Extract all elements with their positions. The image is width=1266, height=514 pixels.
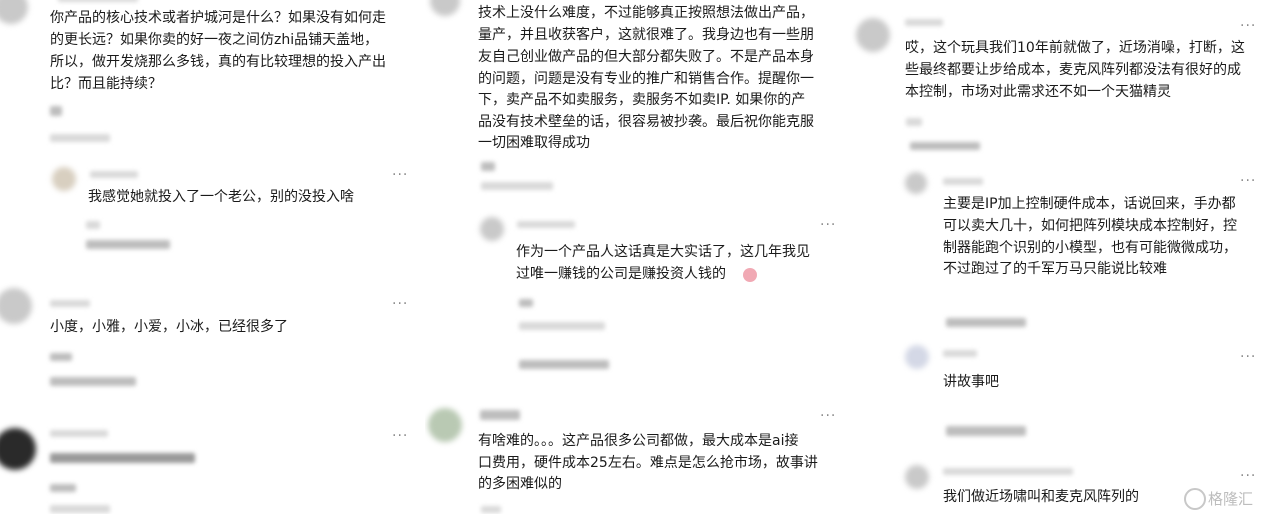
more-options-icon[interactable]: ··· [1240,350,1256,364]
comment-text: 品没有技术壁垒的话，很容易被抄袭。最后祝你能克服 [478,114,814,130]
reply-text: 作为一个产品人这话真是大实话了，这几年我见 [516,244,810,260]
comment-column-1: 你产品的核心技术或者护城河是什么？如果没有如何走 的更长远？如果你卖的好一夜之间… [0,0,420,514]
reply-actions[interactable] [519,360,609,369]
comment-actions[interactable] [50,377,136,386]
watermark: 格隆汇 [1208,490,1254,508]
avatar[interactable] [0,288,32,324]
blurred-comment-text [50,453,195,463]
comment-text: 的问题，问题是没有专业的推广和销售合作。提醒你一 [478,71,814,87]
avatar[interactable] [905,465,929,489]
username[interactable] [50,430,108,437]
comment-text: 比？而且能持续？ [50,76,162,92]
comment-meta [481,506,501,513]
comment-actions[interactable] [910,142,980,150]
comment-text: 你产品的核心技术或者护城河是什么？如果没有如何走 [50,10,386,26]
comment-text: 一切困难取得成功 [478,135,590,151]
username[interactable] [50,300,90,307]
avatar[interactable] [0,0,28,24]
comment-meta [50,106,62,116]
comment-text: 的多困难似的 [478,476,562,492]
reply-actions[interactable] [946,318,1026,327]
comment-text: 下，卖产品不如卖服务，卖服务不如卖IP. 如果你的产 [478,92,806,108]
comment-text: 友自己创业做产品的但大部分都失败了。不是产品本身 [478,49,814,65]
reply-text: 我感觉她就投入了一个老公，别的没投入啥 [88,189,354,205]
avatar[interactable] [428,408,462,442]
reply-actions[interactable] [946,426,1026,436]
comment-text: 所以，做开发烧那么多钱，真的有比较理想的投入产出 [50,54,386,70]
comment-text: 本控制，市场对此需求还不如一个天猫精灵 [905,84,1171,100]
comment-column-2: 技术上没什么难度，不过能够真正按照想法做出产品， 量产，并且收获客户，这就很难了… [425,0,845,514]
more-options-icon[interactable]: ··· [820,409,836,423]
reply-text: 讲故事吧 [943,374,999,390]
comment-actions[interactable] [50,505,110,513]
avatar[interactable] [856,18,890,52]
more-options-icon[interactable]: ··· [392,429,408,443]
reply-text: 不过跑过了的千军万马只能说比较难 [943,261,1167,277]
avatar[interactable] [430,0,460,16]
comment-text: 的更长远？如果你卖的好一夜之间仿zhi品铺天盖地， [50,32,379,48]
more-options-icon[interactable]: ··· [392,297,408,311]
more-options-icon[interactable]: ··· [392,168,408,182]
username[interactable] [480,410,520,420]
reply-text: 我们做近场啸叫和麦克风阵列的 [943,489,1139,505]
username[interactable] [58,0,138,2]
username[interactable] [517,221,575,228]
more-options-icon[interactable]: ··· [1240,469,1256,483]
reply-meta [519,299,533,307]
comment-meta [50,484,76,492]
reply-text: 制器能跑个识别的小模型，也有可能微微成功， [943,240,1237,256]
username[interactable] [90,171,138,178]
emoji-icon [743,268,757,282]
more-options-icon[interactable]: ··· [1240,174,1256,188]
comment-meta [481,162,495,171]
reply-text: 主要是IP加上控制硬件成本，话说回来，手办都 [943,196,1236,212]
comment-text: 哎，这个玩具我们10年前就做了，近场消噪，打断，这 [905,40,1245,56]
username[interactable] [943,178,983,185]
more-options-icon[interactable]: ··· [820,218,836,232]
more-options-icon[interactable]: ··· [1240,19,1256,33]
comment-meta [50,353,72,361]
avatar[interactable] [905,345,929,369]
avatar[interactable] [52,167,76,191]
comment-column-3: ··· 哎，这个玩具我们10年前就做了，近场消噪，打断，这 些最终都要让步给成本… [850,0,1266,514]
comment-text: 小度，小雅，小爱，小冰，已经很多了 [50,319,288,335]
reply-text: 过唯一赚钱的公司是赚投资人钱的 [516,266,726,282]
avatar[interactable] [480,217,504,241]
comment-text: 口费用，硬件成本25左右。难点是怎么抢市场，故事讲 [478,455,818,471]
gelonghui-logo-icon [1184,488,1206,510]
username[interactable] [943,350,977,357]
reply-meta [86,221,100,229]
username[interactable] [943,468,1073,475]
avatar[interactable] [905,172,927,194]
avatar[interactable] [0,428,36,470]
comment-actions[interactable] [481,182,553,190]
reply-actions[interactable] [86,240,170,249]
reply-actions[interactable] [519,322,605,330]
comment-text: 些最终都要让步给成本，麦克风阵列都没法有很好的成 [905,62,1241,78]
comment-actions[interactable] [50,134,110,142]
reply-text: 可以卖大几十，如何把阵列模块成本控制好，控 [943,218,1237,234]
comment-text: 有啥难的。。。这产品很多公司都做，最大成本是ai接 [478,433,799,449]
comment-text: 技术上没什么难度，不过能够真正按照想法做出产品， [478,5,814,21]
username[interactable] [905,19,943,26]
comment-text: 量产，并且收获客户，这就很难了。我身边也有一些朋 [478,27,814,43]
comment-meta [906,118,922,126]
